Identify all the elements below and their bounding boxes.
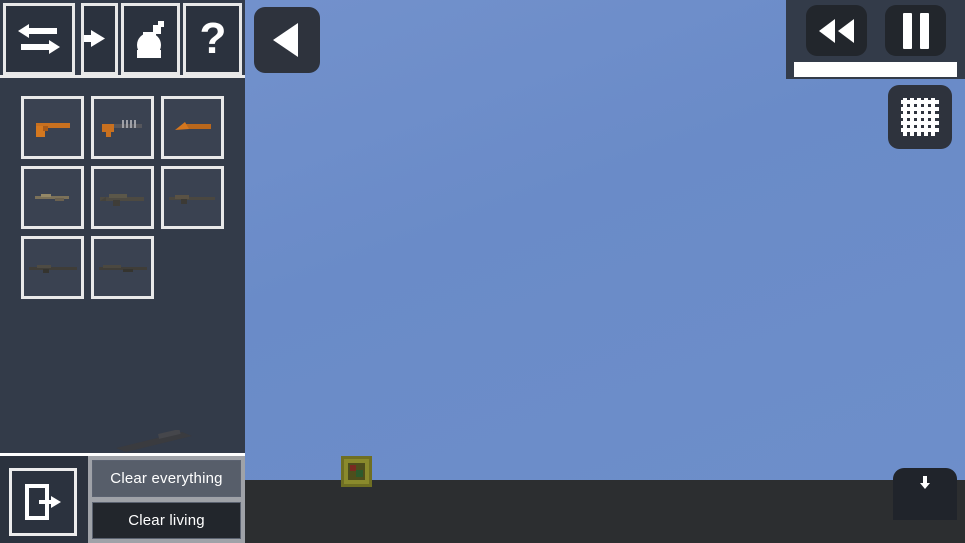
arrow-right-icon xyxy=(84,30,105,47)
sidebar-item-arrow[interactable] xyxy=(81,3,119,75)
assault-rifle-sprite xyxy=(99,193,144,206)
dropped-weapon-sprite xyxy=(112,430,197,452)
spawn-button[interactable] xyxy=(893,468,957,520)
weapon-tile-submachine-gun[interactable] xyxy=(91,96,154,159)
sidebar-item-help[interactable]: ? xyxy=(183,3,242,75)
svg-text:?: ? xyxy=(199,16,226,62)
exit-door-icon xyxy=(25,484,61,520)
clear-everything-button[interactable]: Clear everything xyxy=(92,460,241,497)
sidebar-item-swap[interactable] xyxy=(3,3,76,75)
weapon-grid xyxy=(21,96,236,299)
question-mark-icon: ? xyxy=(199,16,226,62)
crate-entity[interactable] xyxy=(341,456,372,487)
battle-rifle-sprite xyxy=(168,194,215,204)
playback-panel xyxy=(786,0,965,79)
submachine-gun-sprite xyxy=(101,119,142,137)
weapon-sidebar: ? xyxy=(0,0,245,453)
sniper-rifle-sprite xyxy=(28,264,77,273)
timeline-progress-fill xyxy=(794,62,957,77)
spawn-arrow-icon xyxy=(920,476,930,489)
carbine-sprite xyxy=(34,193,69,201)
rewind-button[interactable] xyxy=(806,5,867,56)
weapon-tile-carbine[interactable] xyxy=(21,166,84,229)
grid-toggle-button[interactable] xyxy=(888,85,952,149)
swap-arrows-icon xyxy=(18,24,61,54)
sidebar-tabbar: ? xyxy=(0,0,245,78)
clear-actions-group: Clear everything Clear living xyxy=(88,456,245,543)
triangle-left-icon xyxy=(273,23,298,57)
long-rifle-sprite xyxy=(98,264,147,272)
weapon-tile-battle-rifle[interactable] xyxy=(161,166,224,229)
grenade-icon xyxy=(136,21,164,58)
weapon-tile-assault-rifle[interactable] xyxy=(91,166,154,229)
grid-icon xyxy=(901,98,939,136)
crate-detail-green xyxy=(356,470,363,477)
pause-button[interactable] xyxy=(885,5,946,56)
weapon-tile-pistol[interactable] xyxy=(21,96,84,159)
pistol-sprite xyxy=(35,122,70,137)
sawed-off-shotgun-sprite xyxy=(174,121,211,130)
clear-living-button[interactable]: Clear living xyxy=(92,502,241,539)
sidebar-item-grenade[interactable] xyxy=(121,3,181,75)
collapse-sidebar-button[interactable] xyxy=(254,7,320,73)
sidebar-bottom-bar: Clear everything Clear living xyxy=(0,453,245,543)
weapon-tile-sniper-rifle[interactable] xyxy=(21,236,84,299)
rewind-icon xyxy=(818,18,854,43)
weapon-tile-sawed-off-shotgun[interactable] xyxy=(161,96,224,159)
weapon-tile-long-rifle[interactable] xyxy=(91,236,154,299)
pause-icon-bar-right xyxy=(919,12,929,49)
pause-icon-bar-left xyxy=(902,12,912,49)
dropped-rifle-icon xyxy=(116,430,192,452)
tabbar-divider xyxy=(0,75,245,78)
game-screen: ? Clear everything Clear living xyxy=(0,0,965,543)
exit-button[interactable] xyxy=(9,468,77,536)
timeline-progress-track[interactable] xyxy=(794,62,957,77)
